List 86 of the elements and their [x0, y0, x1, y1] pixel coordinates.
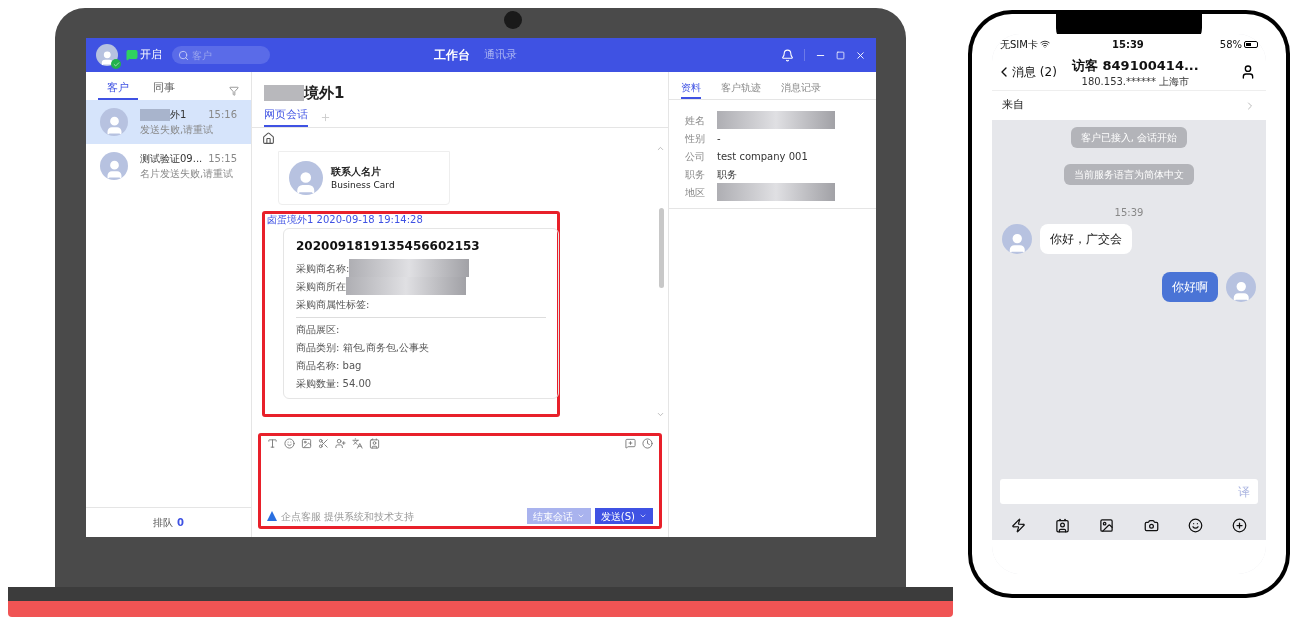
- field-label: 性别: [685, 131, 706, 146]
- camera-icon: [504, 11, 522, 29]
- chat-subtitle: 180.153.****** 上海市: [1081, 75, 1190, 88]
- image-icon[interactable]: [1099, 517, 1115, 533]
- history-icon[interactable]: [642, 438, 653, 449]
- font-icon[interactable]: [267, 438, 278, 449]
- status-label: 开启: [140, 46, 162, 63]
- card-subtitle: Business Card: [331, 178, 395, 192]
- contact-preview: 发送失败,请重试: [140, 123, 215, 137]
- queue-count: 0: [177, 516, 184, 530]
- search-icon: [178, 49, 189, 61]
- logo-icon: [267, 511, 277, 521]
- back-button[interactable]: 消息 (2): [996, 63, 1057, 81]
- scissors-icon[interactable]: [318, 438, 329, 449]
- order-field: 采购商名称:: [296, 260, 350, 276]
- field-label: 姓名: [685, 113, 706, 128]
- contact-time: 15:16: [208, 108, 237, 122]
- status-time: 15:39: [1112, 37, 1144, 52]
- composer-frame[interactable]: 企点客服 提供系统和技术支持 结束会话 发送(S): [258, 433, 662, 529]
- field-label: 地区: [685, 185, 706, 200]
- avatar-icon: [1226, 272, 1256, 302]
- field-label: 公司: [685, 149, 706, 164]
- contact-item[interactable]: 外1 15:16 发送失败,请重试: [86, 100, 251, 144]
- order-id: 2020091819135456602153: [296, 238, 481, 255]
- transfer-icon[interactable]: [335, 438, 346, 449]
- wifi-icon: [1039, 39, 1050, 49]
- details-tab[interactable]: 客户轨迹: [721, 80, 761, 99]
- online-icon: [111, 59, 121, 69]
- filter-icon[interactable]: [229, 86, 239, 96]
- send-button[interactable]: 发送(S): [594, 508, 653, 524]
- maximize-icon[interactable]: [836, 50, 845, 60]
- contact-card-icon[interactable]: [1055, 517, 1070, 533]
- order-field: 商品展区:: [296, 322, 546, 340]
- order-field: 商品类别: 箱包,商务包,公事夹: [296, 340, 546, 358]
- field-value: 职务: [717, 167, 737, 182]
- queue-label: 排队: [153, 516, 173, 530]
- details-tab[interactable]: 资料: [681, 80, 701, 99]
- avatar-icon: [289, 161, 323, 195]
- quick-reply-icon[interactable]: [1010, 517, 1026, 533]
- system-note: 当前服务语言为简体中文: [1064, 164, 1194, 185]
- outgoing-bubble: 你好啊: [1162, 272, 1218, 302]
- card-title: 联系人名片: [331, 164, 382, 179]
- emoji-icon[interactable]: [1187, 517, 1203, 533]
- nav-tab[interactable]: 通讯录: [484, 46, 517, 64]
- avatar-icon: [100, 108, 128, 136]
- footer-note: 企点客服 提供系统和技术支持: [281, 509, 415, 524]
- battery-icon: [1244, 40, 1258, 48]
- message-meta: 卤蛋境外1 2020-09-18 19:14:28: [267, 214, 424, 226]
- battery-label: 58%: [1219, 37, 1242, 52]
- nav-tab[interactable]: 工作台: [434, 46, 470, 64]
- contact-name: 测试验证09...: [140, 152, 203, 166]
- contact-preview: 名片发送失败,请重试: [140, 167, 235, 181]
- caret-icon: [576, 512, 585, 520]
- carrier-label: 无SIM卡: [1000, 37, 1038, 52]
- avatar-icon: [100, 152, 128, 180]
- incoming-bubble: 你好，广交会: [1040, 224, 1132, 254]
- sidebar-tab[interactable]: 同事: [144, 79, 184, 100]
- status-icon: [126, 49, 138, 61]
- system-note: 客户已接入, 会话开始: [1070, 127, 1188, 148]
- translate-icon[interactable]: [352, 438, 363, 449]
- caret-icon: [639, 512, 647, 520]
- order-field: 商品名称: bag: [296, 358, 546, 376]
- source-row[interactable]: 来自: [992, 90, 1266, 120]
- bell-icon[interactable]: [781, 48, 794, 62]
- contact-name: 外1: [170, 108, 187, 122]
- chat-title: 访客 849100414...: [1072, 57, 1199, 76]
- order-field: 采购数量: 54.00: [296, 376, 546, 394]
- field-value: -: [717, 131, 721, 146]
- conversation-title: 境外1: [304, 83, 345, 104]
- details-tab[interactable]: 消息记录: [781, 80, 821, 99]
- avatar-icon: [96, 44, 118, 66]
- message-time: 15:39: [1114, 206, 1144, 220]
- source-label: 来自: [1002, 97, 1024, 114]
- avatar-icon: [1002, 224, 1032, 254]
- conversation-tab[interactable]: 网页会话: [264, 106, 308, 127]
- order-field: 采购商属性标签:: [296, 296, 370, 312]
- field-label: 职务: [685, 167, 706, 182]
- profile-icon[interactable]: [1240, 64, 1256, 80]
- order-field: 采购商所在: [296, 278, 346, 294]
- field-value: test company 001: [717, 149, 808, 164]
- add-icon[interactable]: [1232, 517, 1248, 533]
- blurred-block: [264, 85, 304, 102]
- home-icon[interactable]: [262, 132, 275, 145]
- contact-time: 15:15: [208, 152, 237, 166]
- close-icon[interactable]: [855, 49, 866, 61]
- camera-icon[interactable]: [1143, 517, 1159, 533]
